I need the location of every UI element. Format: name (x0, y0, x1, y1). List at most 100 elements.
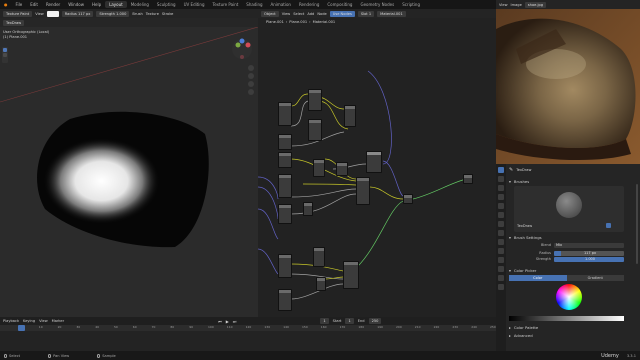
image-menu-image[interactable]: Image (511, 3, 522, 7)
mix-node[interactable] (344, 105, 356, 127)
image-selector[interactable]: shoe.jpg (524, 1, 547, 8)
play-icon[interactable]: ▶ (226, 319, 229, 324)
menu-file[interactable]: File (12, 2, 27, 7)
physics-tab-icon[interactable] (498, 248, 504, 254)
marker-menu[interactable]: Marker (52, 319, 64, 323)
color-palette-section-header[interactable]: ▸ Color Palette (509, 324, 538, 331)
radius-field[interactable]: Radius 117 px (61, 10, 94, 17)
fake-user-icon[interactable] (606, 223, 611, 228)
playhead[interactable] (18, 325, 25, 331)
bsdf-node[interactable] (403, 194, 413, 204)
menu-render[interactable]: Render (42, 2, 64, 7)
texture-node[interactable] (278, 254, 292, 278)
image-editor-reference[interactable]: View Image shoe.jpg (496, 0, 640, 164)
menu-help[interactable]: Help (88, 2, 105, 7)
tab-animation[interactable]: Animation (267, 1, 295, 8)
menu-edit[interactable]: Edit (26, 2, 42, 7)
texture-node[interactable] (278, 152, 292, 168)
data-tab-icon[interactable] (498, 266, 504, 272)
texture-node[interactable] (308, 119, 322, 141)
stroke-menu[interactable]: Stroke (162, 12, 173, 16)
texture-node[interactable] (278, 134, 292, 150)
3d-viewport[interactable]: Texture Paint View Radius 117 px Strengt… (0, 9, 258, 317)
tab-geometry-nodes[interactable]: Geometry Nodes (356, 1, 398, 8)
tab-shading[interactable]: Shading (242, 1, 266, 8)
active-tool-chip[interactable]: TexDraw (3, 19, 25, 26)
mapping-node[interactable] (336, 162, 348, 176)
texture-node[interactable] (278, 204, 292, 224)
particles-tab-icon[interactable] (498, 239, 504, 245)
math-node[interactable] (316, 277, 326, 291)
brush-settings-section-header[interactable]: ▾ Brush Settings (509, 234, 542, 241)
blender-logo-icon[interactable]: ● (0, 2, 12, 7)
tool-tab-icon[interactable] (498, 167, 504, 173)
brush-color-swatch[interactable] (46, 10, 59, 17)
mode-selector[interactable]: Texture Paint (3, 10, 33, 17)
keying-menu[interactable]: Keying (23, 319, 35, 323)
tab-gradient[interactable]: Gradient (566, 275, 624, 281)
texture-node[interactable] (313, 247, 325, 267)
view-layer-tab-icon[interactable] (498, 194, 504, 200)
advanced-section-header[interactable]: ▸ Advanced (509, 332, 533, 339)
tab-scripting[interactable]: Scripting (398, 1, 424, 8)
ruler-tick: 60 (132, 325, 137, 329)
radius-slider[interactable]: 117 px (554, 250, 624, 256)
brush-preview-box[interactable]: TexDraw (514, 186, 624, 232)
brushes-section-header[interactable]: ▾ Brushes (509, 178, 529, 185)
constraints-tab-icon[interactable] (498, 257, 504, 263)
math-node[interactable] (303, 202, 313, 216)
tab-rendering[interactable]: Rendering (295, 1, 323, 8)
timeline-ruler[interactable]: 0102030405060708090100110120130140150160… (0, 325, 496, 331)
world-tab-icon[interactable] (498, 212, 504, 218)
tab-uv-editing[interactable]: UV Editing (180, 1, 209, 8)
view-menu[interactable]: View (35, 12, 44, 16)
color-picker-section-header[interactable]: ▾ Color Picker (509, 267, 536, 274)
start-frame-field[interactable]: 1 (345, 318, 354, 324)
tab-layout[interactable]: Layout (105, 1, 127, 8)
properties-panel[interactable]: ✎ TexDraw ▾ Brushes TexDraw ▾ Brush Sett… (496, 164, 640, 360)
render-tab-icon[interactable] (498, 176, 504, 182)
mapping-node[interactable] (313, 159, 325, 177)
painted-plane-mesh[interactable] (30, 109, 220, 249)
playback-menu[interactable]: Playback (3, 319, 19, 323)
jump-end-icon[interactable]: ⏭ (233, 319, 237, 324)
texture-node[interactable] (278, 174, 292, 198)
output-tab-icon[interactable] (498, 185, 504, 191)
tab-sculpting[interactable]: Sculpting (153, 1, 180, 8)
texture-node[interactable] (308, 89, 322, 111)
chevron-down-icon: ▾ (509, 179, 511, 184)
material-tab-icon[interactable] (498, 275, 504, 281)
object-tab-icon[interactable] (498, 221, 504, 227)
tl-view-menu[interactable]: View (39, 319, 48, 323)
tab-modeling[interactable]: Modeling (127, 1, 153, 8)
end-frame-field[interactable]: 250 (368, 318, 382, 324)
menu-window[interactable]: Window (64, 2, 88, 7)
current-frame-field[interactable]: 1 (320, 318, 329, 324)
scene-tab-icon[interactable] (498, 203, 504, 209)
jump-start-icon[interactable]: ⏮ (218, 319, 222, 324)
ruler-tick: 220 (433, 325, 440, 329)
texture-menu[interactable]: Texture (146, 12, 159, 16)
value-slider[interactable] (509, 316, 624, 321)
strength-slider[interactable]: 1.000 (554, 256, 624, 262)
timeline[interactable]: Playback Keying View Marker ⏮ ▶ ⏭ 1 Star… (0, 317, 496, 351)
ruler-tick: 150 (302, 325, 308, 329)
texture-node[interactable] (278, 289, 292, 311)
mix-node[interactable] (343, 261, 359, 289)
tab-texture-paint[interactable]: Texture Paint (208, 1, 242, 8)
shader-node-editor[interactable]: Object View Select Add Node Use Nodes Sl… (258, 9, 496, 317)
image-menu-view[interactable]: View (499, 3, 508, 7)
properties-scrollbar[interactable] (636, 184, 638, 264)
color-wheel[interactable] (556, 284, 582, 310)
tab-color[interactable]: Color (509, 275, 567, 281)
texture-node[interactable] (278, 102, 292, 126)
color-ramp-node[interactable] (356, 177, 370, 205)
tab-compositing[interactable]: Compositing (323, 1, 356, 8)
texture-tab-icon[interactable] (498, 284, 504, 290)
strength-field[interactable]: Strength 1.000 (96, 10, 130, 17)
brush-menu[interactable]: Brush (132, 12, 142, 16)
material-output-node[interactable] (463, 174, 473, 184)
blend-dropdown[interactable]: Mix (554, 242, 624, 248)
modifier-tab-icon[interactable] (498, 230, 504, 236)
mix-node[interactable] (366, 151, 382, 173)
